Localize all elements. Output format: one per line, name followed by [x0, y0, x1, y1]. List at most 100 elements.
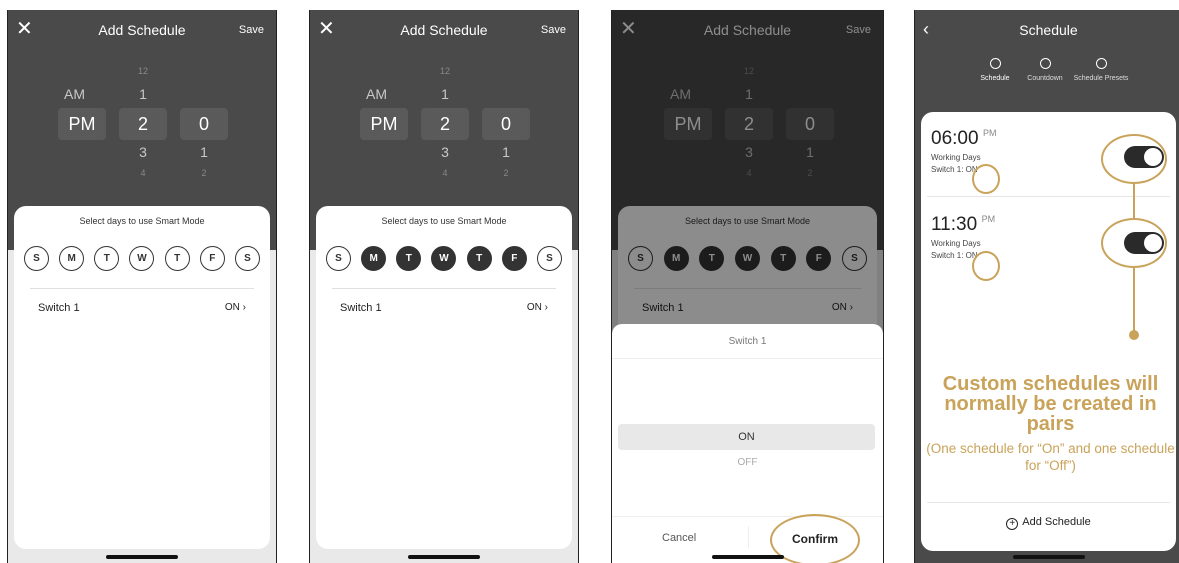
picker-hour-4[interactable]: 4: [119, 168, 167, 178]
home-indicator: [1012, 555, 1085, 559]
save-button[interactable]: Save: [541, 24, 566, 36]
switch-label: Switch 1: [340, 302, 382, 314]
callout-sub: (One schedule for “On” and one schedule …: [926, 441, 1175, 473]
days-card: Select days to use Smart Mode S M T W T …: [316, 206, 572, 549]
divider: [748, 526, 749, 548]
connector-line: [1133, 184, 1135, 218]
picker-am[interactable]: AM: [366, 86, 387, 102]
picker-minute-2[interactable]: 2: [482, 168, 530, 178]
day-selector: S M T W T F S: [24, 246, 260, 272]
picker-hour-12[interactable]: 12: [421, 66, 469, 76]
page-title: Add Schedule: [400, 22, 488, 38]
header: ‹ Schedule: [915, 10, 1179, 50]
clock-icon: [1095, 58, 1107, 69]
home-indicator: [106, 555, 178, 559]
picker-pm-selected[interactable]: PM: [58, 108, 106, 140]
picker-minute-selected[interactable]: 0: [482, 108, 530, 140]
schedule-time: 06:00: [931, 128, 979, 149]
schedule-days: Working Days: [931, 153, 981, 162]
tab-countdown[interactable]: Countdown: [1022, 58, 1068, 82]
tab-bar: Schedule Countdown Schedule Presets: [915, 58, 1179, 98]
schedule-ampm: PM: [983, 128, 997, 138]
highlight-ring: [770, 514, 860, 563]
alarm-icon: [989, 58, 1001, 69]
add-schedule-button[interactable]: + Add Schedule: [921, 516, 1176, 530]
day-wednesday[interactable]: W: [431, 246, 457, 271]
picker-minute-selected[interactable]: 0: [180, 108, 228, 140]
day-monday[interactable]: M: [361, 246, 387, 271]
day-selector: S M T W T F S: [326, 246, 562, 272]
days-card: Select days to use Smart Mode S M T W T …: [14, 206, 270, 549]
day-thursday[interactable]: T: [466, 246, 492, 271]
day-thursday[interactable]: T: [164, 246, 190, 271]
switch-row[interactable]: Switch 1 ON ›: [340, 302, 548, 314]
picker-hour-3[interactable]: 3: [119, 144, 167, 160]
home-indicator: [711, 555, 784, 559]
switch-value[interactable]: ON ›: [527, 302, 548, 313]
schedule-ampm: PM: [981, 214, 996, 224]
chevron-right-icon: ›: [242, 302, 246, 313]
switch-bottom-sheet: Switch 1 ON OFF Cancel Confirm: [612, 324, 883, 563]
option-on[interactable]: ON: [618, 424, 875, 450]
picker-pm-selected[interactable]: PM: [360, 108, 408, 140]
picker-minute-1[interactable]: 1: [180, 144, 228, 160]
callout-text: Custom schedules will normally be create…: [925, 374, 1176, 474]
connector-dot: [1129, 330, 1139, 340]
days-prompt: Select days to use Smart Mode: [79, 216, 205, 226]
highlight-ring: [972, 164, 1000, 194]
picker-hour-1[interactable]: 1: [119, 86, 167, 102]
picker-hour-selected[interactable]: 2: [421, 108, 469, 140]
schedule-days: Working Days: [931, 239, 981, 248]
picker-hour-selected[interactable]: 2: [119, 108, 167, 140]
connector-line: [1133, 268, 1135, 336]
day-friday[interactable]: F: [199, 246, 225, 271]
day-sunday[interactable]: S: [24, 246, 49, 271]
highlight-ring: [1101, 218, 1167, 268]
home-indicator: [408, 555, 480, 559]
picker-hour-3[interactable]: 3: [421, 144, 469, 160]
option-off[interactable]: OFF: [612, 457, 883, 468]
switch-row[interactable]: Switch 1 ON ›: [38, 302, 246, 314]
picker-minute-1[interactable]: 1: [482, 144, 530, 160]
switch-label: Switch 1: [38, 302, 80, 314]
callout-main: Custom schedules will normally be create…: [942, 373, 1159, 435]
cancel-button[interactable]: Cancel: [662, 532, 696, 544]
page-title: Add Schedule: [98, 22, 186, 38]
divider: [332, 288, 556, 289]
divider: [612, 358, 883, 359]
tab-schedule[interactable]: Schedule: [975, 58, 1015, 82]
day-monday[interactable]: M: [59, 246, 85, 271]
picker-hour-1[interactable]: 1: [421, 86, 469, 102]
header: ✕ Add Schedule Save: [8, 10, 276, 50]
sheet-title: Switch 1: [728, 336, 767, 347]
day-sunday[interactable]: S: [326, 246, 351, 271]
schedule-time: 11:30: [931, 214, 978, 235]
switch-value[interactable]: ON ›: [225, 302, 246, 313]
highlight-ring: [1101, 134, 1167, 184]
divider: [30, 288, 254, 289]
tab-schedule-presets[interactable]: Schedule Presets: [1069, 58, 1133, 82]
day-wednesday[interactable]: W: [129, 246, 155, 271]
day-tuesday[interactable]: T: [94, 246, 120, 271]
clock-icon: [1039, 58, 1051, 69]
day-saturday[interactable]: S: [234, 246, 260, 271]
phone-screen-switch-sheet: ✕ Add Schedule Save AM PM 12 1 2 3 4 0 1…: [611, 10, 884, 563]
day-tuesday[interactable]: T: [396, 246, 422, 271]
page-title: Schedule: [1019, 22, 1078, 38]
picker-hour-4[interactable]: 4: [421, 168, 469, 178]
highlight-ring: [972, 251, 1000, 281]
divider: [612, 516, 883, 517]
picker-hour-12[interactable]: 12: [119, 66, 167, 76]
header: ✕ Add Schedule Save: [310, 10, 578, 50]
phone-screen-add-schedule-1: ✕ Add Schedule Save AM PM 12 1 2 3 4 0 1…: [7, 10, 277, 563]
phone-screen-add-schedule-2: ✕ Add Schedule Save AM PM 12 1 2 3 4 0 1…: [309, 10, 579, 563]
picker-minute-2[interactable]: 2: [180, 168, 228, 178]
picker-am[interactable]: AM: [64, 86, 85, 102]
day-friday[interactable]: F: [501, 246, 527, 271]
phone-screen-schedule-list: ‹ Schedule Schedule Countdown Schedule P…: [914, 10, 1179, 563]
save-button[interactable]: Save: [239, 24, 264, 36]
plus-icon: +: [1006, 518, 1019, 530]
chevron-right-icon: ›: [544, 302, 548, 313]
day-saturday[interactable]: S: [536, 246, 562, 271]
days-prompt: Select days to use Smart Mode: [381, 216, 507, 226]
